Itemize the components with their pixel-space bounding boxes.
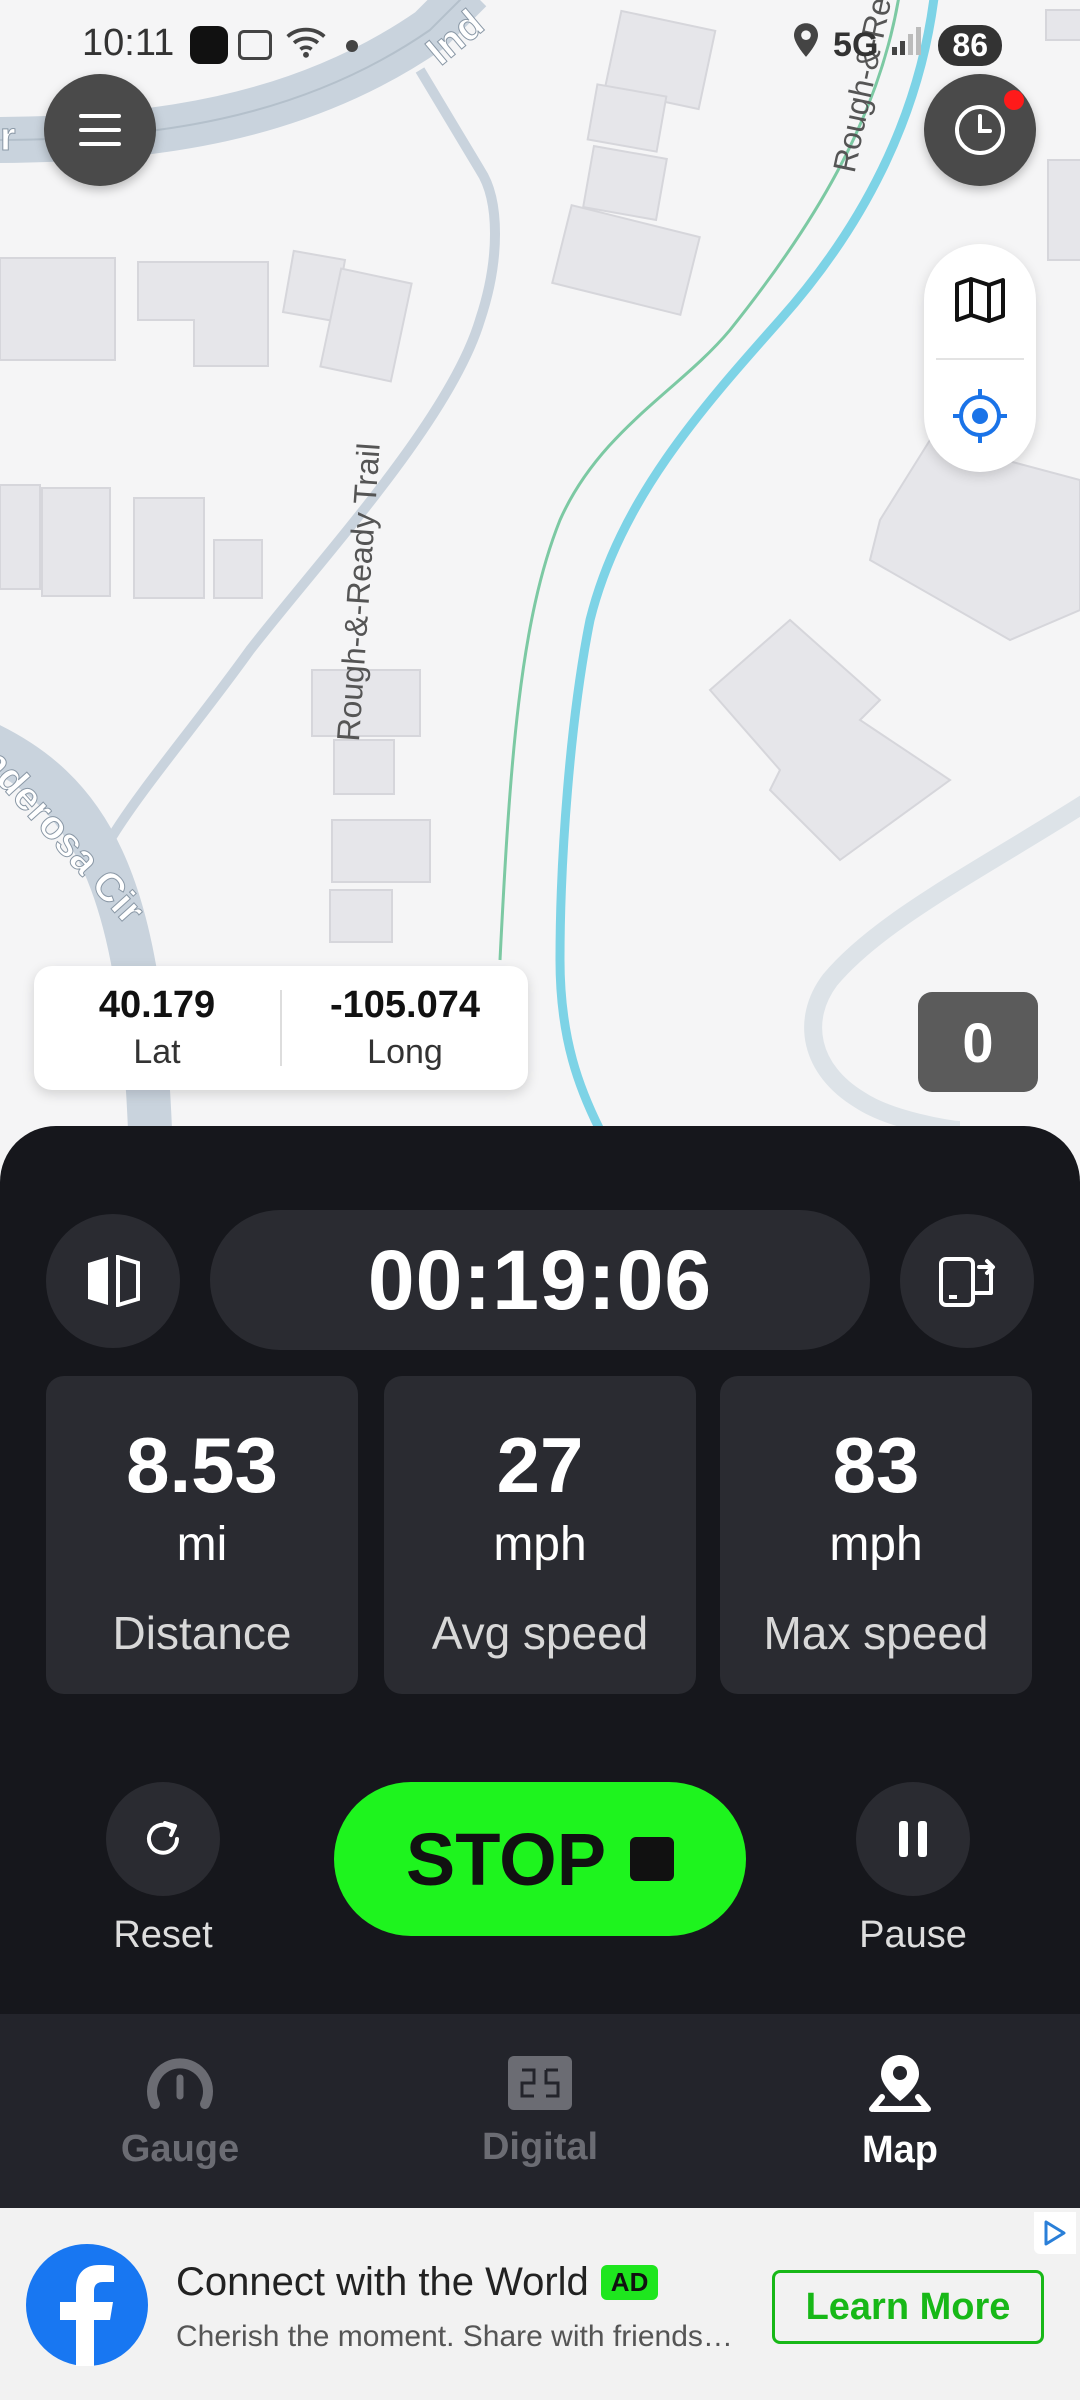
nav-gauge[interactable]: Gauge xyxy=(0,2014,360,2208)
dot-icon xyxy=(346,40,358,52)
floating-window-button[interactable] xyxy=(900,1214,1034,1348)
stat-unit: mph xyxy=(493,1518,587,1571)
stat-max-speed: 83 mph Max speed xyxy=(720,1376,1032,1694)
trip-timer: 00:19:06 xyxy=(210,1210,870,1350)
reset-button[interactable] xyxy=(106,1782,220,1896)
learn-more-button[interactable]: Learn More xyxy=(772,2270,1044,2344)
battery-indicator: 86 xyxy=(938,24,1002,66)
hamburger-icon xyxy=(79,114,121,146)
stat-unit: mi xyxy=(176,1518,228,1571)
ad-subtitle: Cherish the moment. Share with friends .… xyxy=(176,2320,736,2353)
mirror-mode-button[interactable] xyxy=(46,1214,180,1348)
ad-badge: AD xyxy=(600,2265,659,2300)
map-layers-button[interactable] xyxy=(924,244,1036,356)
refresh-icon xyxy=(147,1821,179,1855)
longitude-value: -105.074 xyxy=(329,984,480,1026)
stat-value: 83 xyxy=(832,1421,920,1509)
map-tools xyxy=(924,244,1036,472)
stop-icon xyxy=(630,1837,675,1881)
signal-icon xyxy=(890,24,926,67)
pause-button[interactable] xyxy=(856,1782,970,1896)
stop-button[interactable]: STOP xyxy=(334,1782,746,1936)
trip-panel: 00:19:06 8.53 mi Distance 27 mph Avg spe… xyxy=(0,1126,1080,2014)
pause-control: Pause xyxy=(856,1782,970,1957)
ad-title-text: Connect with the World xyxy=(176,2260,589,2304)
stat-avg-speed: 27 mph Avg speed xyxy=(384,1376,696,1694)
map-icon xyxy=(955,277,1005,323)
clock-icon xyxy=(955,105,1005,155)
status-bar: 10:11 5G 86 xyxy=(0,0,1080,90)
ad-banner[interactable]: Connect with the World AD Cherish the mo… xyxy=(0,2208,1080,2400)
stat-unit: mph xyxy=(829,1518,923,1571)
speed-notification-icon xyxy=(190,26,228,64)
network-label: 5G xyxy=(833,25,879,64)
pause-icon xyxy=(899,1821,927,1857)
stop-label: STOP xyxy=(405,1817,607,1901)
location-icon xyxy=(791,22,821,68)
mirror-icon xyxy=(88,1255,140,1307)
pause-label: Pause xyxy=(859,1914,967,1956)
current-speed-display: 0 xyxy=(918,992,1038,1092)
stat-label: Max speed xyxy=(763,1607,989,1659)
status-time: 10:11 xyxy=(82,22,175,64)
latitude-label: Lat xyxy=(133,1033,181,1071)
nav-label: Map xyxy=(862,2128,938,2171)
adchoices-icon[interactable] xyxy=(1034,2212,1076,2254)
latitude: 40.179 Lat xyxy=(34,966,280,1090)
ad-title: Connect with the World AD xyxy=(176,2260,659,2305)
history-button[interactable] xyxy=(924,74,1036,186)
longitude: -105.074 Long xyxy=(282,966,528,1090)
coordinates-card: 40.179 Lat -105.074 Long xyxy=(34,966,528,1090)
wifi-icon xyxy=(284,20,328,74)
nav-map[interactable]: Map xyxy=(720,2014,1080,2208)
latitude-value: 40.179 xyxy=(98,984,216,1026)
street-label: r xyxy=(0,115,16,160)
stat-value: 27 xyxy=(496,1421,584,1509)
stat-value: 8.53 xyxy=(126,1421,278,1509)
stat-label: Distance xyxy=(112,1607,292,1659)
reset-control: Reset xyxy=(106,1782,220,1957)
digital-icon xyxy=(508,2055,572,2110)
map-pin-icon xyxy=(869,2054,931,2112)
floating-window-icon xyxy=(939,1257,995,1307)
gauge-icon xyxy=(147,2057,213,2109)
menu-button[interactable] xyxy=(44,74,156,186)
nav-label: Digital xyxy=(481,2125,599,2168)
crosshair-icon xyxy=(953,389,1007,443)
map-view[interactable]: Rough-&-Ready Trail Rough-&-Re Ponderosa… xyxy=(0,0,1080,1130)
nav-digital[interactable]: Digital xyxy=(360,2014,720,2208)
bottom-nav: Gauge Digital Map xyxy=(0,2014,1080,2208)
facebook-logo-icon xyxy=(26,2244,148,2366)
nav-label: Gauge xyxy=(120,2127,240,2170)
stat-distance: 8.53 mi Distance xyxy=(46,1376,358,1694)
my-location-button[interactable] xyxy=(924,360,1036,472)
reset-label: Reset xyxy=(113,1914,213,1956)
stat-label: Avg speed xyxy=(431,1607,649,1659)
longitude-label: Long xyxy=(367,1033,443,1071)
notification-dot xyxy=(1004,90,1024,110)
screenshot-icon xyxy=(238,30,272,60)
